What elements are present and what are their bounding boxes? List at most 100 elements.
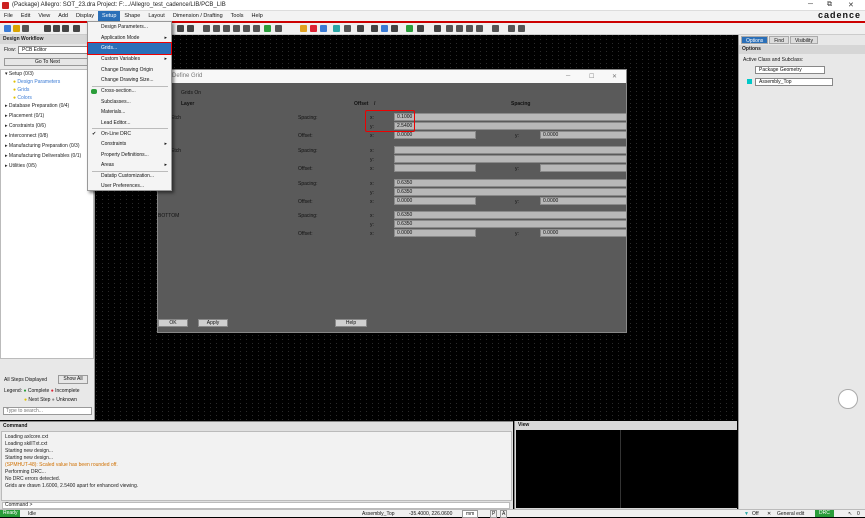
menu-layout[interactable]: Layout [144,11,169,21]
show-all-button[interactable]: Show All [58,375,88,384]
command-input[interactable]: Command > [2,502,510,509]
menu-item-areas[interactable]: Areas ▸ [88,160,171,171]
restore-button[interactable]: ⧉ [827,1,832,9]
spacing-y-input[interactable]: 0.6350 [394,188,627,196]
place-icon[interactable] [406,25,413,32]
subclass-color-swatch[interactable] [747,79,752,84]
zoom-out-icon[interactable] [223,25,230,32]
new-file-icon[interactable] [4,25,11,32]
text-icon[interactable] [417,25,424,32]
offset-x-input[interactable] [394,164,476,172]
menu-item-design-parameters[interactable]: Design Parameters... [88,22,171,33]
menu-edit[interactable]: Edit [17,11,34,21]
workflow-item-design-parameters[interactable]: ● Design Parameters [1,78,93,86]
spacing-x-input[interactable]: 0.6350 [394,179,627,187]
workflow-item-placement[interactable]: ▸ Placement (0/1) [1,112,93,120]
workflow-item-manufacturing-preparation[interactable]: ▸ Manufacturing Preparation (0/3) [1,142,93,150]
filter-icon[interactable]: ▼ [744,511,749,517]
menu-view[interactable]: View [34,11,54,21]
menu-item-application-mode[interactable]: Application Mode ▸ [88,33,171,44]
menu-item-custom-variables[interactable]: Custom Variables ▸ [88,54,171,65]
menu-item-user-preferences[interactable]: User Preferences... [88,181,171,192]
offset-y-input[interactable]: 0.0000 [540,197,627,205]
subclass-select[interactable]: Assembly_Top [755,78,833,86]
dialog-maximize-button[interactable]: ☐ [589,73,594,80]
menu-display[interactable]: Display [72,11,98,21]
menu-help[interactable]: Help [248,11,267,21]
menu-item-grids[interactable]: Grids... [87,42,172,55]
slide-icon[interactable] [476,25,483,32]
drafting-icon[interactable] [456,25,463,32]
query-icon[interactable] [381,25,388,32]
class-select[interactable]: Package Geometry [755,66,825,74]
menu-item-change-drawing-origin[interactable]: Change Drawing Origin [88,65,171,76]
script-icon[interactable] [508,25,515,32]
workflow-item-manufacturing-deliverables[interactable]: ▸ Manufacturing Deliverables (0/1) [1,152,93,160]
menu-setup[interactable]: Setup [98,11,121,21]
minimize-button[interactable]: ─ [808,1,813,8]
workflow-item-colors[interactable]: ● Colors [1,94,93,102]
menu-item-subclasses[interactable]: Subclasses... [88,97,171,108]
skill-icon[interactable] [518,25,525,32]
save-icon[interactable] [22,25,29,32]
spacing-y-input[interactable] [394,155,627,163]
undo-icon[interactable] [73,25,80,32]
menu-item-change-drawing-size[interactable]: Change Drawing Size... [88,75,171,86]
help-button[interactable]: Help [335,319,367,327]
menu-item-materials[interactable]: Materials... [88,107,171,118]
menu-item-on-line-drc[interactable]: ✔ On-Line DRC [88,129,171,140]
world-view-canvas[interactable] [516,430,737,508]
workflow-item-database-preparation[interactable]: ▸ Database Preparation (0/4) [1,102,93,110]
apply-button[interactable]: Apply [198,319,228,327]
open-folder-icon[interactable] [13,25,20,32]
grids-on-checkbox[interactable]: Grids On [181,90,201,96]
workflow-search-input[interactable] [3,407,92,415]
close-button[interactable]: ✕ [848,1,854,9]
menu-add[interactable]: Add [54,11,72,21]
flow-select[interactable]: PCB Editor [18,46,90,54]
assistant-avatar-icon[interactable] [838,389,858,409]
pick-icon[interactable] [177,25,184,32]
zoom-previous-icon[interactable] [253,25,260,32]
snap-icon[interactable] [187,25,194,32]
spacing-x-input[interactable]: 0.1000 [394,113,627,121]
go-to-next-button[interactable]: Go To Next [4,58,91,66]
route-icon[interactable] [466,25,473,32]
redraw-icon[interactable] [264,25,271,32]
workflow-item-utilities[interactable]: ▸ Utilities (0/5) [1,162,93,170]
workflow-item-constraints[interactable]: ▸ Constraints (0/6) [1,122,93,130]
measure-icon[interactable] [357,25,364,32]
grid-icon[interactable] [344,25,351,32]
zoom-center-icon[interactable] [243,25,250,32]
general-edit-icon[interactable]: ✕ [767,511,771,517]
offset-y-input[interactable]: 0.0000 [540,131,627,139]
tab-options[interactable]: Options [741,36,769,44]
spacing-x-input[interactable] [394,146,627,154]
color-icon[interactable] [300,25,307,32]
menu-dimension[interactable]: Dimension / Drafting [169,11,227,21]
tab-visibility[interactable]: Visibility [789,36,818,44]
dimension-icon[interactable] [446,25,453,32]
shape-icon[interactable] [434,25,441,32]
ok-button[interactable]: OK [158,319,188,327]
menu-file[interactable]: File [0,11,17,21]
zoom-fit-icon[interactable] [203,25,210,32]
menu-shape[interactable]: Shape [120,11,144,21]
menu-item-constraints[interactable]: Constraints ▸ [88,139,171,150]
menu-tools[interactable]: Tools [227,11,248,21]
offset-y-input[interactable]: 0.0000 [540,229,627,237]
menu-item-property-definitions[interactable]: Property Definitions... [88,150,171,161]
zoom-in-icon[interactable] [213,25,220,32]
dialog-minimize-button[interactable]: ─ [566,73,570,79]
ratsnest-icon[interactable] [333,25,340,32]
shadow-icon[interactable] [310,25,317,32]
move-icon[interactable] [44,25,51,32]
menu-item-cross-section[interactable]: Cross-section... [88,86,171,97]
spacing-x-input[interactable]: 0.6350 [394,211,627,219]
workflow-item-interconnect[interactable]: ▸ Interconnect (0/8) [1,132,93,140]
delete-icon[interactable] [62,25,69,32]
offset-x-input[interactable]: 0.0000 [394,229,476,237]
spacing-y-input[interactable]: 0.6350 [394,220,627,228]
copy-icon[interactable] [53,25,60,32]
highlight-icon[interactable] [391,25,398,32]
